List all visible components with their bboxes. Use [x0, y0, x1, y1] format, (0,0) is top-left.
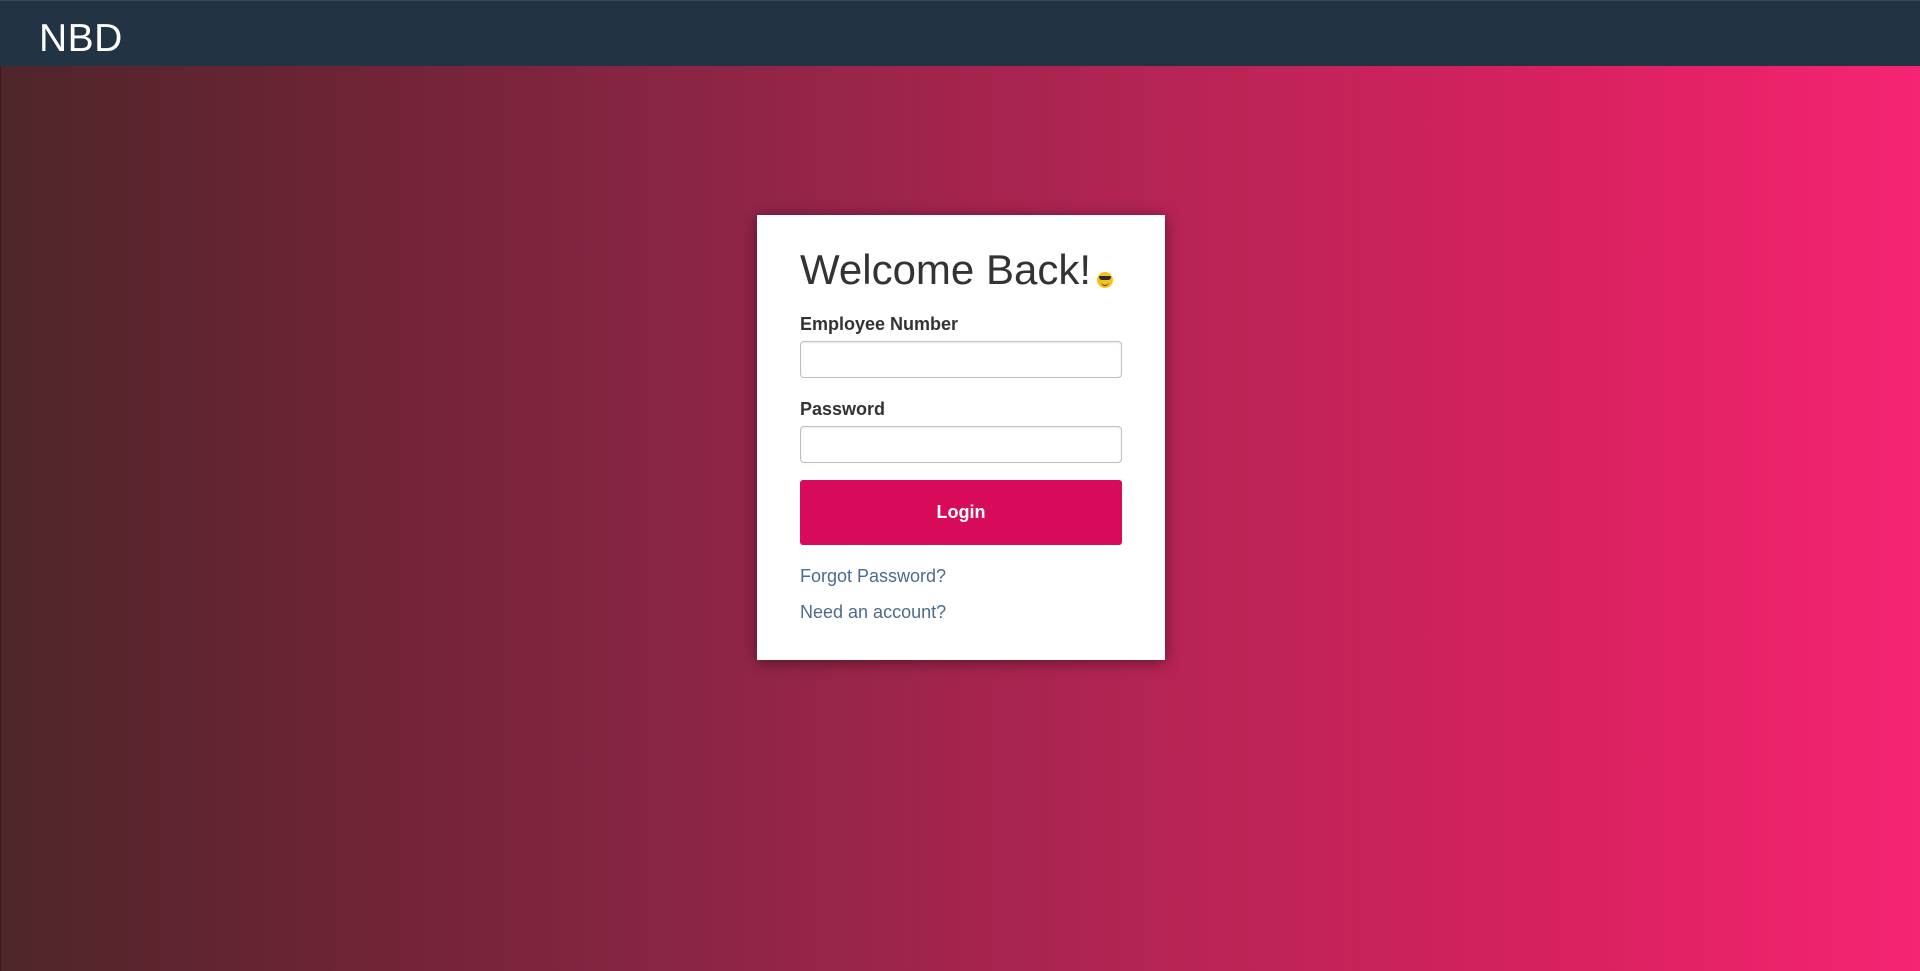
- sunglasses-emoji-icon: [1097, 272, 1113, 288]
- need-account-link[interactable]: Need an account?: [800, 601, 946, 623]
- brand-logo[interactable]: NBD: [39, 15, 123, 63]
- forgot-password-link[interactable]: Forgot Password?: [800, 565, 946, 587]
- login-button[interactable]: Login: [800, 480, 1122, 545]
- gradient-background: Welcome Back! Employee Number Password L…: [0, 66, 1920, 971]
- employee-number-field[interactable]: [800, 341, 1122, 378]
- top-navbar: NBD: [0, 0, 1920, 66]
- password-label: Password: [800, 399, 886, 419]
- employee-number-label: Employee Number: [800, 314, 959, 334]
- page-title: Welcome Back!: [800, 245, 1113, 295]
- welcome-heading: Welcome Back!: [800, 246, 1091, 293]
- password-field[interactable]: [800, 426, 1122, 463]
- login-card: Welcome Back! Employee Number Password L…: [757, 215, 1165, 660]
